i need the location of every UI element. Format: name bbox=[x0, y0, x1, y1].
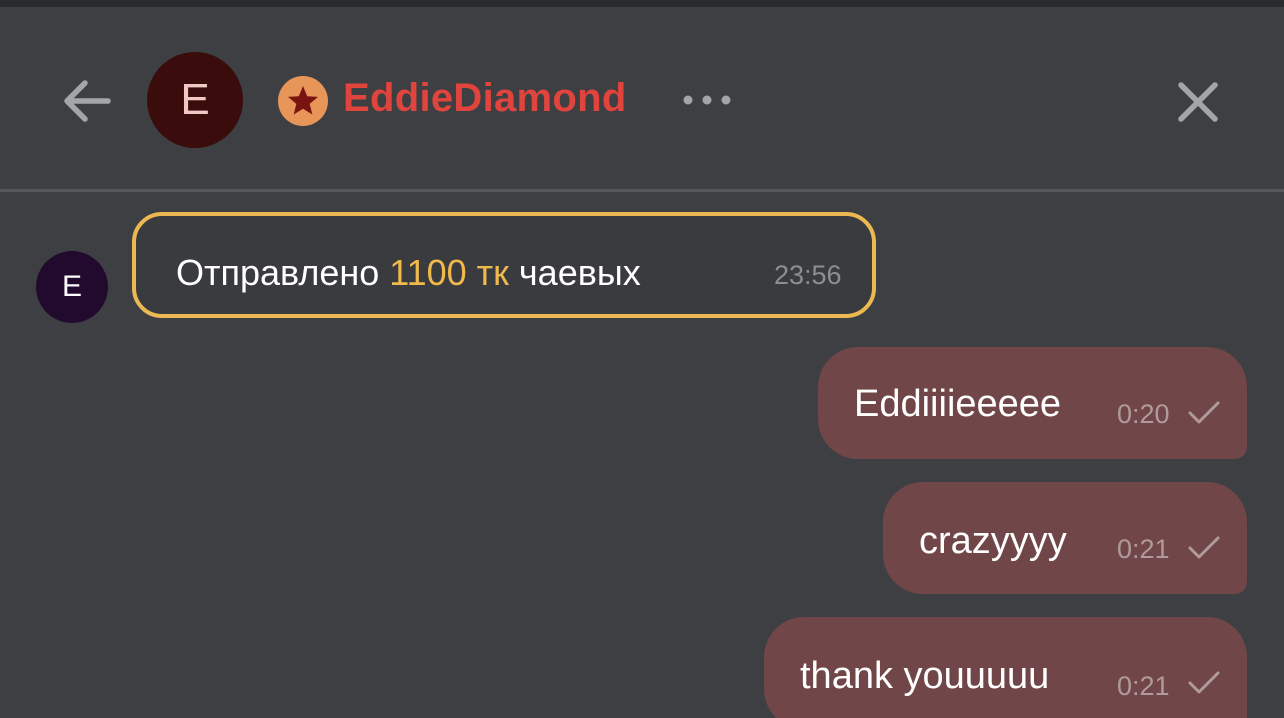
message-text: Eddiiiieeeee bbox=[854, 383, 1062, 425]
outgoing-message[interactable]: Eddiiiieeeee 0:20 bbox=[818, 347, 1247, 459]
tip-suffix: чаевых bbox=[508, 252, 641, 293]
sent-check-icon bbox=[1188, 401, 1220, 424]
back-arrow-icon[interactable] bbox=[58, 72, 116, 130]
message-text: thank youuuuu bbox=[800, 655, 1050, 697]
more-dots-icon[interactable] bbox=[676, 84, 740, 116]
contact-avatar[interactable]: E bbox=[147, 52, 243, 148]
tip-amount: 1100 тк bbox=[389, 252, 509, 293]
message-text: crazyyyy bbox=[919, 520, 1067, 562]
top-status-strip bbox=[0, 0, 1284, 7]
contact-username[interactable]: EddieDiamond bbox=[343, 76, 627, 121]
tip-notification: Отправлено 1100 тк чаевых 23:56 bbox=[132, 212, 876, 318]
message-timestamp: 0:21 bbox=[1117, 534, 1170, 564]
close-icon[interactable] bbox=[1172, 76, 1224, 128]
sent-check-icon bbox=[1188, 671, 1220, 694]
sender-avatar: E bbox=[36, 251, 108, 323]
sent-check-icon bbox=[1188, 536, 1220, 559]
tip-prefix: Отправлено bbox=[176, 252, 390, 293]
outgoing-message[interactable]: thank youuuuu 0:21 bbox=[764, 617, 1247, 718]
star-badge-icon bbox=[278, 76, 328, 126]
message-timestamp: 0:20 bbox=[1117, 399, 1170, 429]
tip-text: Отправлено 1100 тк чаевых bbox=[176, 252, 641, 294]
message-timestamp: 0:21 bbox=[1117, 671, 1170, 701]
header-divider bbox=[0, 189, 1284, 192]
tip-timestamp: 23:56 bbox=[774, 260, 842, 290]
chat-window: E EddieDiamond E Отправлено 1100 тк чаев… bbox=[0, 0, 1284, 718]
outgoing-message[interactable]: crazyyyy 0:21 bbox=[883, 482, 1247, 594]
